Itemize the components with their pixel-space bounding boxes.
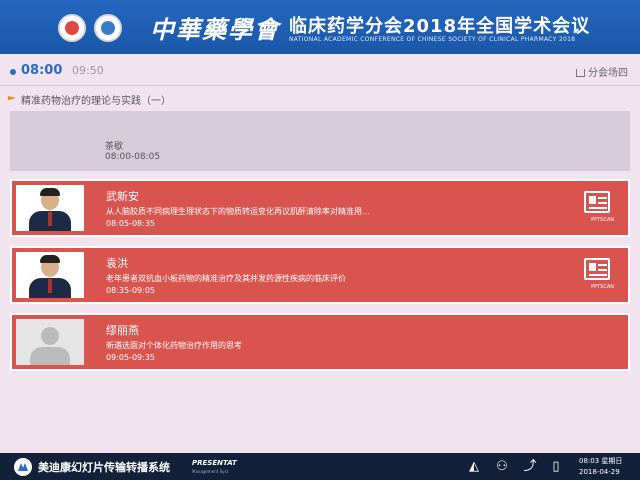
break-name: 茶歇 — [105, 142, 124, 152]
speaker-name: 武新安 — [106, 190, 139, 203]
current-time-dot-icon — [10, 69, 16, 75]
ppt-scan-icon[interactable] — [584, 191, 610, 213]
speaker-photo — [16, 252, 84, 298]
speaker-card[interactable]: 缪丽燕 新遴选面对个体化药物治疗作用的思考 09:05-09:35 — [10, 313, 630, 371]
share-icon[interactable]: ⤴ — [522, 459, 538, 475]
break-time: 08:00-08:05 — [105, 152, 161, 162]
app-brand: PRESENTAT — [192, 459, 237, 467]
speaker-topic: 从人脑胶质不同病理生理状态下的物质转运变化再议肌酐清除率对精准用... — [106, 207, 370, 216]
ppt-scan-icon[interactable] — [584, 258, 610, 280]
session-title: 精准药物治疗的理论与实践（一） — [8, 92, 171, 107]
speaker-card[interactable]: 袁洪 老年患者双抗血小板药物的精准治疗及其并发药源性疾病的临床评价 08:35-… — [10, 246, 630, 304]
venue-button[interactable]: 分会场四 — [576, 64, 628, 79]
speaker-time: 08:05-08:35 — [106, 219, 155, 228]
speaker-name: 缪丽燕 — [106, 324, 139, 337]
conference-title: 临床药学分会2018年全国学术会议 — [289, 16, 591, 37]
break-item[interactable]: 茶歇 08:00-08:05 — [10, 111, 630, 171]
venue-label: 分会场四 — [588, 68, 628, 79]
clock-time: 08:03 星期日 — [579, 457, 623, 465]
speaker-photo — [16, 185, 84, 231]
device-icon[interactable]: ▯ — [548, 459, 564, 475]
speaker-topic: 老年患者双抗血小板药物的精准治疗及其并发药源性疾病的临床评价 — [106, 274, 346, 283]
speaker-card[interactable]: 武新安 从人脑胶质不同病理生理状态下的物质转运变化再议肌酐清除率对精准用... … — [10, 179, 630, 237]
time-slot-next[interactable]: 09:50 — [72, 64, 104, 77]
flag-icon — [8, 96, 16, 101]
conference-subtitle: NATIONAL ACADEMIC CONFERENCE OF CHINESE … — [289, 36, 576, 43]
broadcast-icon[interactable]: ◭ — [466, 459, 482, 475]
brand-calligraphy: 中華藥學會 — [150, 15, 280, 44]
association-logo-icon — [94, 14, 122, 42]
app-logo-icon — [14, 458, 32, 476]
time-slot-active[interactable]: 08:00 — [21, 63, 62, 78]
ppt-scan-label: PPTSCAN — [591, 217, 614, 223]
ppt-scan-label: PPTSCAN — [591, 284, 614, 290]
clock-date: 2018-04-29 — [579, 468, 620, 476]
user-icon[interactable]: ⚇ — [494, 459, 510, 475]
speaker-topic: 新遴选面对个体化药物治疗作用的思考 — [106, 341, 242, 350]
society-logo-icon — [58, 14, 86, 42]
speaker-name: 袁洪 — [106, 257, 128, 270]
speaker-time: 09:05-09:35 — [106, 353, 155, 362]
speaker-photo-placeholder — [16, 319, 84, 365]
session-title-text: 精准药物治疗的理论与实践（一） — [21, 96, 171, 107]
home-icon — [576, 69, 585, 77]
app-brand-sub: Management Syst — [192, 469, 229, 474]
speaker-time: 08:35-09:05 — [106, 286, 155, 295]
app-title: 美迪康幻灯片传输转播系统 — [38, 461, 170, 474]
